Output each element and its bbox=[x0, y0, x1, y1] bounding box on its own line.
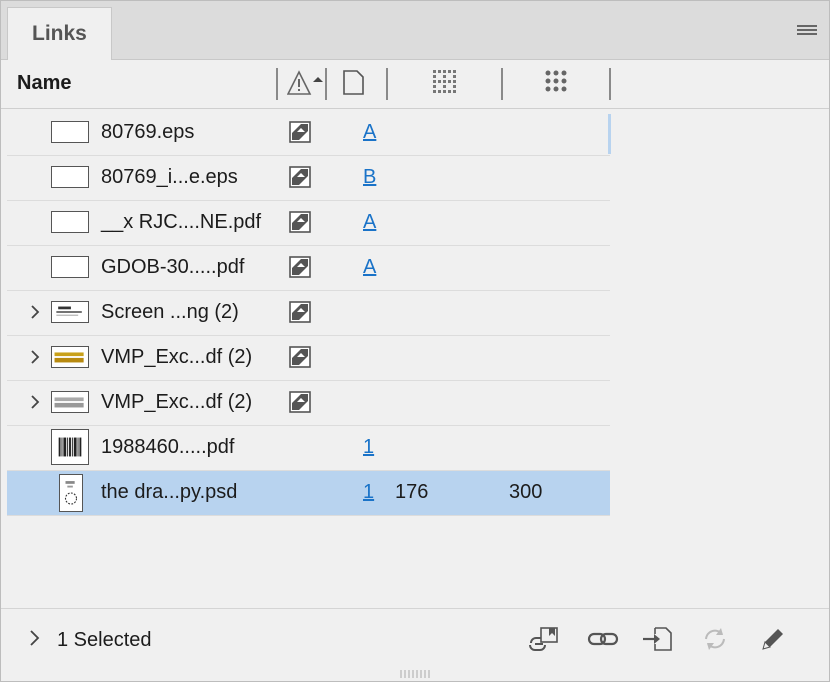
link-filename: VMP_Exc...df (2) bbox=[101, 391, 253, 413]
edit-original-pencil-icon[interactable] bbox=[757, 625, 789, 653]
page-link[interactable]: A bbox=[363, 256, 376, 279]
link-thumbnail bbox=[51, 166, 89, 188]
link-thumbnail bbox=[59, 474, 83, 512]
expand-chevron-icon[interactable] bbox=[27, 303, 45, 321]
link-row[interactable]: 1988460.....pdf 1 bbox=[7, 426, 610, 471]
relink-from-cc-icon[interactable] bbox=[527, 625, 559, 653]
show-link-info-chevron-icon[interactable] bbox=[27, 629, 43, 647]
link-thumbnail bbox=[51, 391, 89, 413]
placed-status-icon bbox=[289, 121, 311, 143]
link-filename: __x RJC....NE.pdf bbox=[101, 211, 262, 233]
page-column-icon[interactable] bbox=[343, 70, 365, 96]
placed-status-icon bbox=[289, 346, 311, 368]
link-filename: Screen ...ng (2) bbox=[101, 301, 239, 323]
status-warning-icon[interactable] bbox=[287, 70, 323, 98]
link-row[interactable]: GDOB-30.....pdf A bbox=[7, 246, 610, 291]
expand-chevron-icon[interactable] bbox=[27, 348, 45, 366]
link-filename: 1988460.....pdf bbox=[101, 436, 235, 458]
link-row[interactable]: VMP_Exc...df (2) bbox=[7, 336, 610, 381]
tab-label: Links bbox=[32, 22, 87, 45]
page-link[interactable]: 1 bbox=[363, 436, 374, 459]
placed-status-icon bbox=[289, 301, 311, 323]
links-panel: Links Name 80769.eps A 80769_i...e.eps B… bbox=[0, 0, 830, 682]
expand-chevron-icon[interactable] bbox=[27, 393, 45, 411]
page-link[interactable]: A bbox=[363, 211, 376, 234]
link-filename: GDOB-30.....pdf bbox=[101, 256, 245, 278]
page-link[interactable]: B bbox=[363, 166, 376, 189]
tab-links[interactable]: Links bbox=[7, 7, 112, 60]
link-row[interactable]: VMP_Exc...df (2) bbox=[7, 381, 610, 426]
column-header: Name bbox=[1, 60, 829, 109]
scrollbar[interactable] bbox=[608, 114, 611, 154]
actual-ppi: 176 bbox=[395, 481, 429, 503]
link-thumbnail bbox=[51, 346, 89, 368]
panel-menu-icon[interactable] bbox=[797, 25, 817, 37]
link-filename: 80769.eps bbox=[101, 121, 195, 143]
go-to-link-icon[interactable] bbox=[641, 625, 673, 653]
panel-tab-bar: Links bbox=[1, 1, 829, 60]
effective-ppi-column-icon[interactable] bbox=[545, 70, 569, 94]
link-thumbnail bbox=[51, 121, 89, 143]
link-row[interactable]: Screen ...ng (2) bbox=[7, 291, 610, 336]
panel-footer: 1 Selected bbox=[1, 608, 829, 669]
link-row[interactable]: 80769_i...e.eps B bbox=[7, 156, 610, 201]
link-thumbnail bbox=[51, 211, 89, 233]
placed-status-icon bbox=[289, 166, 311, 188]
placed-status-icon bbox=[289, 391, 311, 413]
ppi-column-icon[interactable] bbox=[433, 70, 457, 94]
page-link[interactable]: A bbox=[363, 121, 376, 144]
resize-grip-icon[interactable] bbox=[399, 670, 433, 678]
placed-status-icon bbox=[289, 211, 311, 233]
effective-ppi: 300 bbox=[509, 481, 543, 503]
link-thumbnail bbox=[51, 256, 89, 278]
column-name[interactable]: Name bbox=[17, 72, 71, 95]
relink-chain-icon[interactable] bbox=[587, 625, 619, 653]
link-row[interactable]: __x RJC....NE.pdf A bbox=[7, 201, 610, 246]
page-link[interactable]: 1 bbox=[363, 481, 374, 504]
link-filename: VMP_Exc...df (2) bbox=[101, 346, 253, 368]
link-filename: the dra...py.psd bbox=[101, 481, 238, 503]
placed-status-icon bbox=[289, 256, 311, 278]
link-row[interactable]: 80769.eps A bbox=[7, 111, 610, 156]
links-list: 80769.eps A 80769_i...e.eps B __x RJC....NE.… bbox=[7, 111, 610, 516]
link-row[interactable]: the dra...py.psd 1 176 300 bbox=[7, 471, 610, 516]
selection-count: 1 Selected bbox=[57, 629, 152, 651]
link-thumbnail bbox=[51, 301, 89, 323]
link-filename: 80769_i...e.eps bbox=[101, 166, 238, 188]
update-link-icon[interactable] bbox=[699, 625, 731, 653]
link-thumbnail bbox=[51, 429, 89, 465]
